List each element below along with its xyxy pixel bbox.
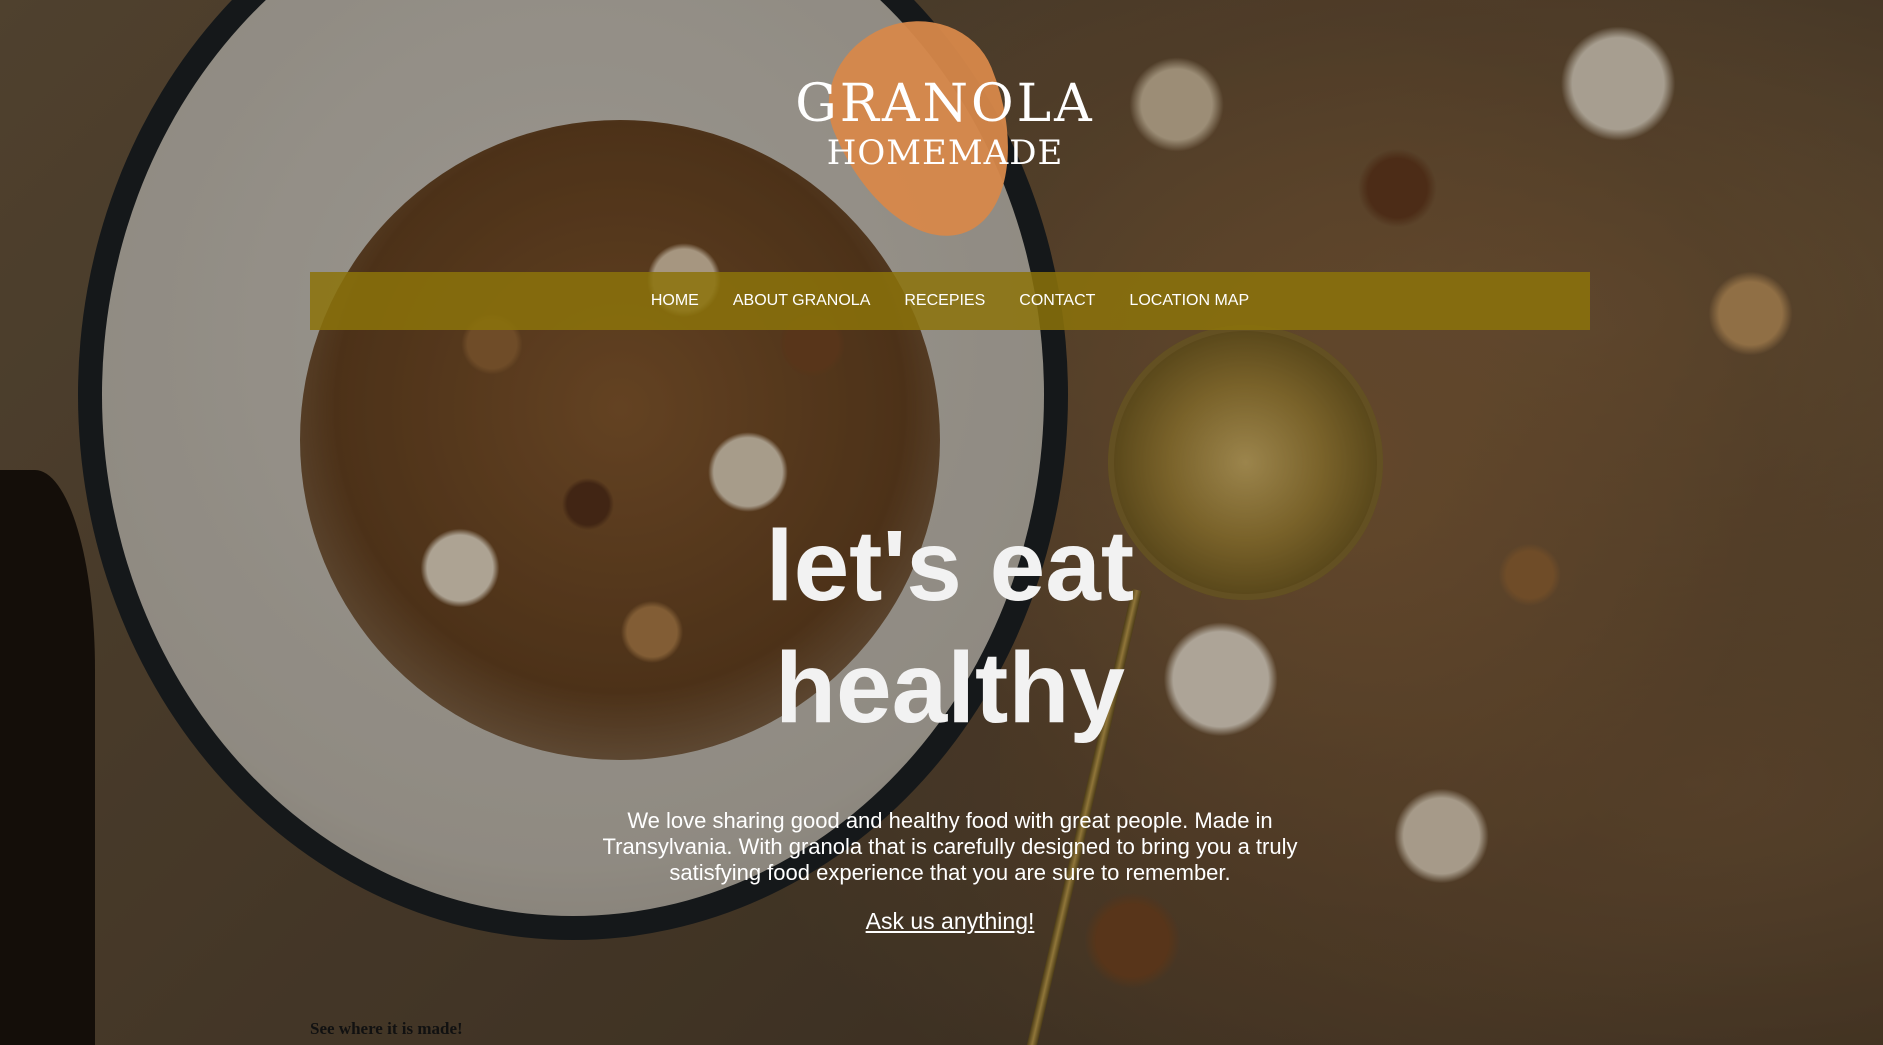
nav-item-home[interactable]: HOME bbox=[651, 292, 699, 310]
nav-item-location-map[interactable]: LOCATION MAP bbox=[1129, 292, 1249, 310]
hero-title: let's eat healthy bbox=[600, 505, 1300, 749]
nav-item-contact[interactable]: CONTACT bbox=[1019, 292, 1095, 310]
main-navigation: HOME ABOUT GRANOLA RECEPIES CONTACT LOCA… bbox=[310, 272, 1590, 330]
logo-title: GRANOLA bbox=[795, 74, 1095, 134]
site-logo[interactable]: GRANOLA HOMEMADE bbox=[790, 0, 1100, 264]
nav-item-about-granola[interactable]: ABOUT GRANOLA bbox=[733, 292, 871, 310]
nav-item-recepies[interactable]: RECEPIES bbox=[904, 292, 985, 310]
ask-us-anything-link[interactable]: Ask us anything! bbox=[800, 908, 1100, 935]
hero-title-line-1: let's eat bbox=[765, 510, 1135, 622]
hero-title-line-2: healthy bbox=[774, 632, 1126, 744]
logo-subtitle: HOMEMADE bbox=[826, 133, 1064, 173]
see-where-made-text: See where it is made! bbox=[310, 1019, 463, 1038]
hero-description: We love sharing good and healthy food wi… bbox=[602, 808, 1298, 885]
